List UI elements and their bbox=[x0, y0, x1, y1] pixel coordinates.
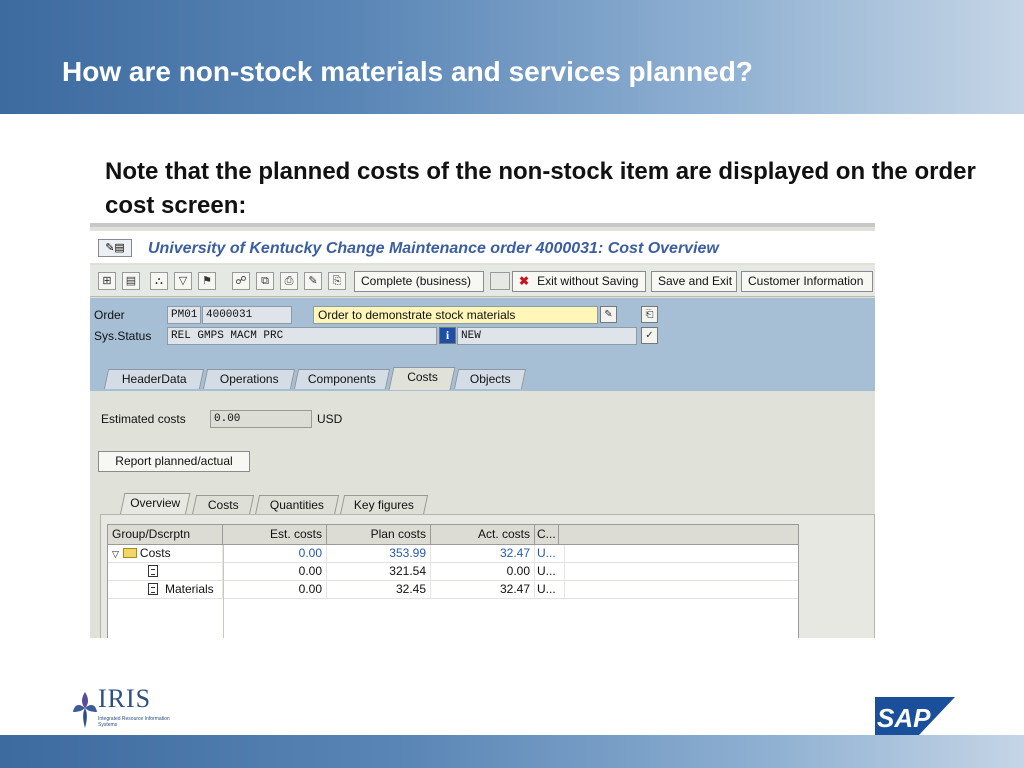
row-currency: U... bbox=[535, 563, 565, 581]
slide-note: Note that the planned costs of the non-s… bbox=[105, 158, 976, 219]
tab-components-label: Components bbox=[307, 372, 376, 386]
column-divider bbox=[223, 545, 224, 638]
complete-business-button[interactable]: Complete (business) bbox=[354, 271, 484, 292]
folder-icon bbox=[122, 548, 137, 558]
overview-panel: Group/Dscrptn Est. costs Plan costs Act.… bbox=[100, 514, 875, 638]
system-status-field: REL GMPS MACM PRC bbox=[167, 327, 437, 345]
row-est-costs: 0.00 bbox=[223, 563, 327, 581]
subtab-costs[interactable]: Costs bbox=[191, 495, 255, 515]
iris-logo: IRIS Integrated Resource Information Sys… bbox=[72, 684, 182, 732]
row-est-costs: 0.00 bbox=[223, 581, 327, 599]
separator-icon bbox=[490, 272, 510, 290]
tab-costs[interactable]: Costs bbox=[388, 367, 456, 390]
column-header-group[interactable]: Group/Dscrptn bbox=[108, 525, 223, 545]
title-band: How are non-stock materials and services… bbox=[0, 0, 1024, 114]
row-currency: U... bbox=[535, 545, 565, 563]
network-icon[interactable]: ☍ bbox=[232, 272, 250, 290]
edit-pencil-icon[interactable]: ✎ bbox=[304, 272, 322, 290]
footer-band bbox=[0, 735, 1024, 768]
row-act-costs: 32.47 bbox=[431, 545, 535, 563]
print-icon[interactable]: ⎙ bbox=[280, 272, 298, 290]
sap-logo-text: SAP bbox=[877, 703, 931, 733]
tab-objects-label: Objects bbox=[469, 372, 511, 386]
tab-headerdata-label: HeaderData bbox=[121, 372, 187, 386]
tab-components[interactable]: Components bbox=[293, 369, 391, 389]
status-check-icon[interactable]: ✓ bbox=[641, 327, 658, 344]
estimated-costs-field[interactable]: 0.00 bbox=[210, 410, 312, 428]
row-description-text: Costs bbox=[139, 546, 171, 560]
row-plan-costs: 32.45 bbox=[327, 581, 431, 599]
tab-costs-label: Costs bbox=[406, 370, 438, 384]
cancel-icon: ✖ bbox=[519, 274, 530, 288]
row-description bbox=[108, 563, 223, 581]
document-icon bbox=[148, 565, 158, 577]
subtab-costs-label: Costs bbox=[207, 498, 239, 512]
tab-objects[interactable]: Objects bbox=[453, 369, 527, 389]
row-description: ▽ Costs bbox=[108, 545, 223, 563]
costs-tab-content: Estimated costs 0.00 USD Report planned/… bbox=[90, 391, 875, 638]
application-toolbar: ⊞ ▤ ⛬ ▽ ⚑ ☍ ⧉ ⎙ ✎ ⎘ Complete (business) … bbox=[90, 265, 875, 297]
column-header-currency[interactable]: C... bbox=[535, 525, 559, 545]
order-type-field[interactable]: PM01 bbox=[167, 306, 201, 324]
subtab-overview-label: Overview bbox=[130, 496, 181, 510]
display-change-icon[interactable]: ✎▤ bbox=[98, 239, 132, 257]
report-planned-actual-button[interactable]: Report planned/actual bbox=[98, 451, 250, 472]
cost-overview-table: Group/Dscrptn Est. costs Plan costs Act.… bbox=[107, 524, 799, 638]
header-icon[interactable]: ⊞ bbox=[98, 272, 116, 290]
sap-logo: SAP bbox=[875, 697, 955, 735]
subtab-overview[interactable]: Overview bbox=[119, 493, 191, 516]
flag-icon[interactable]: ⚑ bbox=[198, 272, 216, 290]
table-row[interactable]: 0.00 321.54 0.00 U... bbox=[108, 563, 798, 581]
exit-without-saving-button[interactable]: ✖ Exit without Saving bbox=[512, 271, 646, 292]
long-text-icon[interactable]: ✎ bbox=[600, 306, 617, 323]
row-plan-costs: 321.54 bbox=[327, 563, 431, 581]
subtab-quantities-label: Quantities bbox=[269, 498, 324, 512]
subtab-quantities[interactable]: Quantities bbox=[254, 495, 340, 515]
currency-label: USD bbox=[317, 412, 343, 426]
column-header-est-costs[interactable]: Est. costs bbox=[223, 525, 327, 545]
estimated-costs-label: Estimated costs bbox=[101, 412, 186, 426]
expand-triangle-icon[interactable]: ▽ bbox=[112, 549, 119, 559]
tab-operations-label: Operations bbox=[219, 372, 279, 386]
column-header-act-costs[interactable]: Act. costs bbox=[431, 525, 535, 545]
table-header: Group/Dscrptn Est. costs Plan costs Act.… bbox=[108, 525, 798, 545]
document-icon bbox=[148, 583, 158, 595]
filter-icon[interactable]: ▽ bbox=[174, 272, 192, 290]
sap-window-title: University of Kentucky Change Maintenanc… bbox=[148, 240, 719, 257]
tab-headerdata[interactable]: HeaderData bbox=[103, 369, 205, 389]
copy-icon[interactable]: ⧉ bbox=[256, 272, 274, 290]
row-act-costs: 0.00 bbox=[431, 563, 535, 581]
subtab-key-figures-label: Key figures bbox=[353, 498, 414, 512]
sys-status-label: Sys.Status bbox=[94, 329, 152, 343]
row-plan-costs: 353.99 bbox=[327, 545, 431, 563]
info-icon[interactable]: i bbox=[439, 327, 456, 344]
list-icon[interactable]: ▤ bbox=[122, 272, 140, 290]
details-icon[interactable]: ⎗ bbox=[641, 306, 658, 323]
row-est-costs: 0.00 bbox=[223, 545, 327, 563]
row-act-costs: 32.47 bbox=[431, 581, 535, 599]
column-header-plan-costs[interactable]: Plan costs bbox=[327, 525, 431, 545]
row-currency: U... bbox=[535, 581, 565, 599]
user-status-field: NEW bbox=[457, 327, 637, 345]
subtab-key-figures[interactable]: Key figures bbox=[339, 495, 429, 515]
row-description: Materials bbox=[108, 581, 223, 599]
slide-title: How are non-stock materials and services… bbox=[62, 56, 753, 87]
tab-operations[interactable]: Operations bbox=[202, 369, 296, 389]
clipboard-icon[interactable]: ⎘ bbox=[328, 272, 346, 290]
iris-subtitle: Integrated Resource Information Systems bbox=[98, 716, 170, 728]
exit-without-saving-label: Exit without Saving bbox=[537, 274, 639, 288]
iris-flower-icon bbox=[73, 692, 97, 728]
save-and-exit-button[interactable]: Save and Exit bbox=[651, 271, 737, 292]
order-description-field[interactable]: Order to demonstrate stock materials bbox=[313, 306, 598, 324]
row-description-text: Materials bbox=[165, 582, 214, 596]
table-row[interactable]: ▽ Costs 0.00 353.99 32.47 U... bbox=[108, 545, 798, 563]
sap-titlebar: ✎▤ University of Kentucky Change Mainten… bbox=[90, 231, 875, 263]
order-number-field[interactable]: 4000031 bbox=[202, 306, 292, 324]
iris-wordmark: IRIS bbox=[98, 684, 152, 713]
order-label: Order bbox=[94, 308, 125, 322]
table-row[interactable]: Materials 0.00 32.45 32.47 U... bbox=[108, 581, 798, 599]
structure-icon[interactable]: ⛬ bbox=[150, 272, 168, 290]
customer-information-button[interactable]: Customer Information bbox=[741, 271, 873, 292]
sap-window: ✎▤ University of Kentucky Change Mainten… bbox=[90, 223, 875, 638]
